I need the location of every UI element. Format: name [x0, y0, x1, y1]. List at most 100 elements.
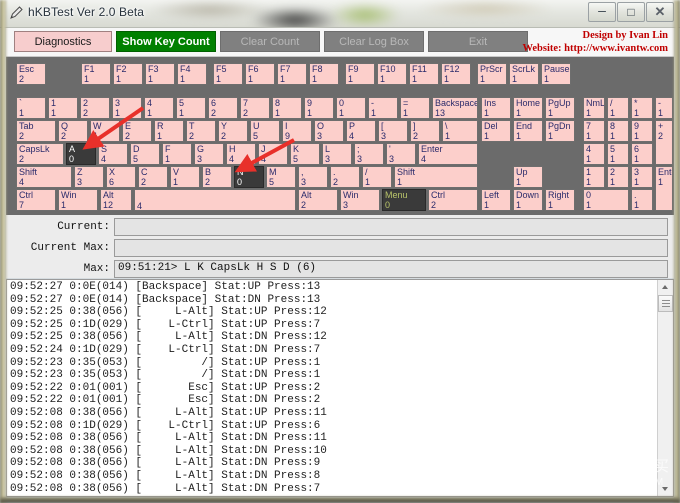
scroll-down-icon[interactable]	[658, 482, 673, 496]
key-pgdn-53[interactable]: PgDn 1	[545, 120, 575, 142]
key-scrlk-14[interactable]: ScrLk 1	[509, 63, 539, 85]
key-n-80[interactable]: N0	[234, 166, 264, 188]
key-h-64[interactable]: H4	[226, 143, 256, 165]
key-del-51[interactable]: Del 1	[481, 120, 511, 142]
key-b-79[interactable]: B2	[202, 166, 232, 188]
key-6-73[interactable]: 61	[631, 143, 653, 165]
key-q-38[interactable]: Q2	[58, 120, 88, 142]
key-1-87[interactable]: 11	[583, 166, 605, 188]
key-f9-9[interactable]: F9 1	[345, 63, 375, 85]
key-pgup-32[interactable]: PgUp 1	[545, 97, 575, 119]
key-sym-69[interactable]: ' 3	[386, 143, 416, 165]
key-sym-36[interactable]: -1	[655, 97, 673, 119]
key-o-46[interactable]: O3	[314, 120, 344, 142]
key-capslk-58[interactable]: CapsLk 2	[16, 143, 64, 165]
key-6-22[interactable]: 62	[208, 97, 238, 119]
key-8-24[interactable]: 81	[272, 97, 302, 119]
key-sym-83[interactable]: .2	[330, 166, 360, 188]
key-sym-48[interactable]: [3	[378, 120, 408, 142]
key-tab-37[interactable]: Tab 2	[16, 120, 56, 142]
key-c-77[interactable]: C2	[138, 166, 168, 188]
log-scrollbar[interactable]	[657, 280, 673, 496]
key-sym-84[interactable]: /1	[362, 166, 392, 188]
key-f6-6[interactable]: F6 1	[245, 63, 275, 85]
key-end-52[interactable]: End 1	[513, 120, 543, 142]
key-f-62[interactable]: F1	[162, 143, 192, 165]
key-y-43[interactable]: Y2	[218, 120, 248, 142]
key-right-101[interactable]: Right 1	[545, 189, 575, 211]
key-5-72[interactable]: 51	[607, 143, 629, 165]
key-d-61[interactable]: D5	[130, 143, 160, 165]
key-2-18[interactable]: 22	[80, 97, 110, 119]
key-home-31[interactable]: Home 1	[513, 97, 543, 119]
key-menu-97[interactable]: Menu 0	[382, 189, 426, 211]
key-left-99[interactable]: Left 1	[481, 189, 511, 211]
clear-log-box-button[interactable]: Clear Log Box	[324, 31, 424, 52]
key-4-20[interactable]: 41	[144, 97, 174, 119]
key-m-81[interactable]: M5	[266, 166, 296, 188]
key-enter-90[interactable]: Enter1	[655, 166, 673, 211]
key-9-56[interactable]: 91	[631, 120, 653, 142]
key-sym-103[interactable]: .1	[631, 189, 653, 211]
key-sym-27[interactable]: -1	[368, 97, 398, 119]
key-backspace-29[interactable]: Backspace 13	[432, 97, 478, 119]
key-sym-57[interactable]: +2	[655, 120, 673, 165]
key-win-92[interactable]: Win 1	[58, 189, 98, 211]
close-button[interactable]: ✕	[646, 2, 674, 22]
exit-button[interactable]: Exit	[428, 31, 528, 52]
key-p-47[interactable]: P4	[346, 120, 376, 142]
scrollbar-thumb[interactable]	[658, 295, 673, 312]
key-f7-7[interactable]: F7 1	[277, 63, 307, 85]
key-3-89[interactable]: 31	[631, 166, 653, 188]
key-8-55[interactable]: 81	[607, 120, 629, 142]
key-2-88[interactable]: 21	[607, 166, 629, 188]
key-sym-49[interactable]: ] 2	[410, 120, 440, 142]
key-win-96[interactable]: Win 3	[340, 189, 380, 211]
key-prscr-13[interactable]: PrScr 1	[477, 63, 507, 85]
key-1-17[interactable]: 11	[48, 97, 78, 119]
key-r-41[interactable]: R1	[154, 120, 184, 142]
minimize-button[interactable]: –	[588, 2, 616, 22]
key-pause-15[interactable]: Pause 1	[541, 63, 571, 85]
key-f4-4[interactable]: F4 1	[177, 63, 207, 85]
key-sym-82[interactable]: ,3	[298, 166, 328, 188]
key-j-65[interactable]: J4	[258, 143, 288, 165]
key-4-71[interactable]: 41	[583, 143, 605, 165]
key-f5-5[interactable]: F5 1	[213, 63, 243, 85]
key-e-40[interactable]: E2	[122, 120, 152, 142]
clear-count-button[interactable]: Clear Count	[220, 31, 320, 52]
key-v-78[interactable]: V1	[170, 166, 200, 188]
title-bar[interactable]: hKBTest Ver 2.0 Beta – □ ✕	[0, 0, 680, 28]
key-alt-95[interactable]: Alt 2	[298, 189, 338, 211]
key-sym-34[interactable]: /1	[607, 97, 629, 119]
show-key-count-button[interactable]: Show Key Count	[116, 31, 216, 52]
key-sym-50[interactable]: \ 1	[442, 120, 478, 142]
key-ctrl-98[interactable]: Ctrl 2	[428, 189, 478, 211]
key-sym-28[interactable]: = 1	[400, 97, 430, 119]
key-g-63[interactable]: G3	[194, 143, 224, 165]
key-ctrl-91[interactable]: Ctrl 7	[16, 189, 56, 211]
key-k-66[interactable]: K5	[290, 143, 320, 165]
key-f11-11[interactable]: F11 1	[409, 63, 439, 85]
key-shift-74[interactable]: Shift 4	[16, 166, 72, 188]
key-sym-35[interactable]: * 1	[631, 97, 653, 119]
key-sym-16[interactable]: ` 1	[16, 97, 46, 119]
key-t-42[interactable]: T2	[186, 120, 216, 142]
scroll-up-icon[interactable]	[658, 280, 673, 294]
key-esc-0[interactable]: Esc 2	[16, 63, 46, 85]
key-i-45[interactable]: I9	[282, 120, 312, 142]
maximize-button[interactable]: □	[617, 2, 645, 22]
key-f3-3[interactable]: F3 1	[145, 63, 175, 85]
key-9-25[interactable]: 91	[304, 97, 334, 119]
diagnostics-button[interactable]: Diagnostics	[14, 31, 112, 52]
key-sym-68[interactable]: ; 3	[354, 143, 384, 165]
log-box[interactable]: 09:52:27 0:0E(014) [Backspace] Stat:UP P…	[6, 279, 674, 497]
key-s-60[interactable]: S4	[98, 143, 128, 165]
key-enter-70[interactable]: Enter 4	[418, 143, 478, 165]
key-3-19[interactable]: 31	[112, 97, 142, 119]
key-f1-1[interactable]: F1 1	[81, 63, 111, 85]
key-l-67[interactable]: L3	[322, 143, 352, 165]
key-7-23[interactable]: 72	[240, 97, 270, 119]
key-5-21[interactable]: 51	[176, 97, 206, 119]
key-alt-93[interactable]: Alt 12	[100, 189, 132, 211]
